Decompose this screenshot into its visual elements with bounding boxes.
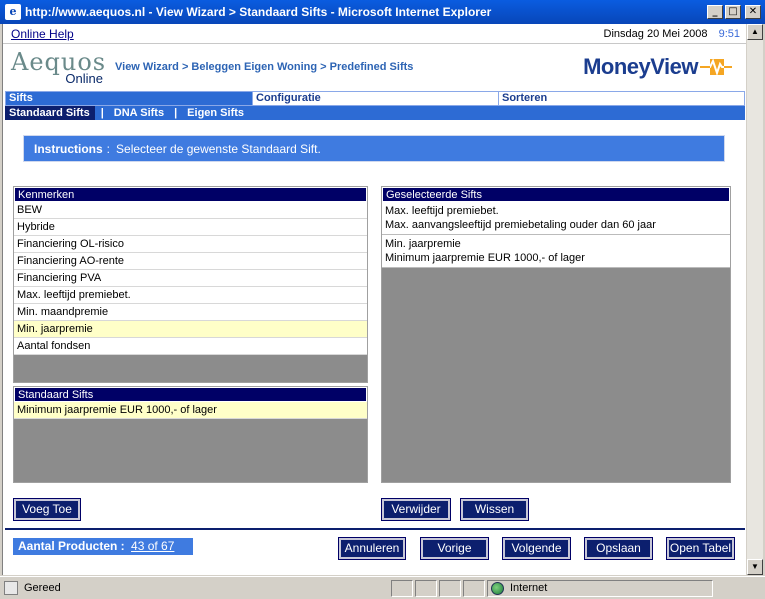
scroll-down-arrow-icon[interactable]: ▼	[747, 559, 763, 575]
kenmerken-item[interactable]: Financiering AO-rente	[14, 253, 367, 270]
kenmerken-item[interactable]: BEW	[14, 202, 367, 219]
kenmerken-item[interactable]: Hybride	[14, 219, 367, 236]
internet-globe-icon	[491, 581, 504, 595]
tab-separator: |	[100, 107, 104, 119]
logo-aequos-text: Aequos	[11, 47, 107, 76]
footer-divider	[5, 528, 745, 530]
status-bar: Gereed Internet	[0, 576, 765, 599]
security-zone: Internet	[487, 579, 713, 597]
tab-standaard-sifts[interactable]: Standaard Sifts	[5, 106, 95, 120]
window-titlebar: e http://www.aequos.nl - View Wizard > S…	[0, 0, 765, 24]
geselecteerde-sifts-header: Geselecteerde Sifts	[382, 187, 730, 202]
product-count-link[interactable]: 43 of 67	[131, 539, 174, 553]
status-cell	[391, 579, 413, 597]
kenmerken-item[interactable]: Max. leeftijd premiebet.	[14, 287, 367, 304]
standaard-sifts-header: Standaard Sifts	[14, 387, 367, 402]
sub-tabs: Standaard Sifts | DNA Sifts | Eigen Sift…	[5, 106, 745, 120]
page-status-icon	[4, 581, 18, 595]
window-title: http://www.aequos.nl - View Wizard > Sta…	[25, 5, 492, 19]
sift-description: Minimum jaarpremie EUR 1000,- of lager	[385, 252, 585, 264]
scroll-up-arrow-icon[interactable]: ▲	[747, 24, 763, 40]
kenmerken-item[interactable]: Financiering PVA	[14, 270, 367, 287]
standaard-sift-item[interactable]: Minimum jaarpremie EUR 1000,- of lager	[14, 402, 367, 419]
breadcrumb: View Wizard > Beleggen Eigen Woning > Pr…	[115, 61, 414, 73]
volgende-button[interactable]: Volgende	[502, 537, 571, 560]
kenmerken-header: Kenmerken	[14, 187, 367, 202]
opslaan-button[interactable]: Opslaan	[584, 537, 653, 560]
minimize-button[interactable]: _	[707, 5, 723, 19]
kenmerken-item-selected[interactable]: Min. jaarpremie	[14, 321, 367, 338]
standaard-sifts-panel: Standaard Sifts Minimum jaarpremie EUR 1…	[13, 386, 368, 483]
online-help-link[interactable]: Online Help	[11, 27, 74, 41]
status-cell	[439, 579, 461, 597]
tab-separator: |	[174, 107, 178, 119]
page-content: Online Help Dinsdag 20 Mei 2008 9:51 Aeq…	[2, 24, 746, 575]
tab-sorteren[interactable]: Sorteren	[498, 92, 744, 105]
page-header: Aequos Online View Wizard > Beleggen Eig…	[3, 44, 746, 90]
status-cell	[463, 579, 485, 597]
moneyview-pulse-icon	[700, 58, 732, 77]
geselecteerde-sift-item[interactable]: Max. leeftijd premiebet. Max. aanvangsle…	[382, 202, 730, 235]
kenmerken-item[interactable]: Aantal fondsen	[14, 338, 367, 355]
date-time: Dinsdag 20 Mei 2008 9:51	[604, 28, 740, 40]
instructions-text: Selecteer de gewenste Standaard Sift.	[116, 141, 321, 156]
instructions-colon: :	[106, 141, 111, 156]
sift-description: Max. aanvangsleeftijd premiebetaling oud…	[385, 219, 656, 231]
verwijder-button[interactable]: Verwijder	[381, 498, 451, 521]
maximize-button[interactable]: □	[725, 5, 741, 19]
wissen-button[interactable]: Wissen	[460, 498, 529, 521]
kenmerken-item[interactable]: Financiering OL-risico	[14, 236, 367, 253]
current-date: Dinsdag 20 Mei 2008	[603, 27, 708, 40]
current-time: 9:51	[718, 27, 740, 40]
kenmerken-item[interactable]: Min. maandpremie	[14, 304, 367, 321]
instructions-bar: Instructions : Selecteer de gewenste Sta…	[23, 135, 725, 162]
annuleren-button[interactable]: Annuleren	[338, 537, 406, 560]
moneyview-text: MoneyView	[583, 54, 698, 79]
instructions-label: Instructions	[34, 141, 103, 156]
moneyview-logo: MoneyView	[583, 54, 732, 80]
geselecteerde-sift-item[interactable]: Min. jaarpremie Minimum jaarpremie EUR 1…	[382, 235, 730, 268]
vertical-scrollbar[interactable]: ▲ ▼	[746, 24, 763, 575]
internet-explorer-icon: e	[5, 4, 21, 20]
main-tabs: Sifts Configuratie Sorteren	[5, 91, 745, 106]
open-tabel-button[interactable]: Open Tabel	[666, 537, 735, 560]
vorige-button[interactable]: Vorige	[420, 537, 489, 560]
tab-eigen-sifts[interactable]: Eigen Sifts	[183, 106, 248, 120]
tab-configuratie[interactable]: Configuratie	[252, 92, 498, 105]
sift-title: Min. jaarpremie	[385, 238, 461, 250]
close-button[interactable]: ✕	[745, 5, 761, 19]
status-cell	[415, 579, 437, 597]
voeg-toe-button[interactable]: Voeg Toe	[13, 498, 81, 521]
product-count-label: Aantal Producten :	[18, 539, 125, 553]
tab-dna-sifts[interactable]: DNA Sifts	[110, 106, 168, 120]
aequos-logo[interactable]: Aequos Online	[11, 47, 107, 85]
sift-title: Max. leeftijd premiebet.	[385, 205, 499, 217]
status-text: Gereed	[24, 582, 61, 594]
zone-label: Internet	[510, 582, 548, 594]
top-bar: Online Help Dinsdag 20 Mei 2008 9:51	[3, 24, 746, 44]
tab-sifts[interactable]: Sifts	[6, 92, 252, 105]
product-count: Aantal Producten : 43 of 67	[13, 538, 193, 555]
kenmerken-panel: Kenmerken BEW Hybride Financiering OL-ri…	[13, 186, 368, 383]
geselecteerde-sifts-panel: Geselecteerde Sifts Max. leeftijd premie…	[381, 186, 731, 483]
